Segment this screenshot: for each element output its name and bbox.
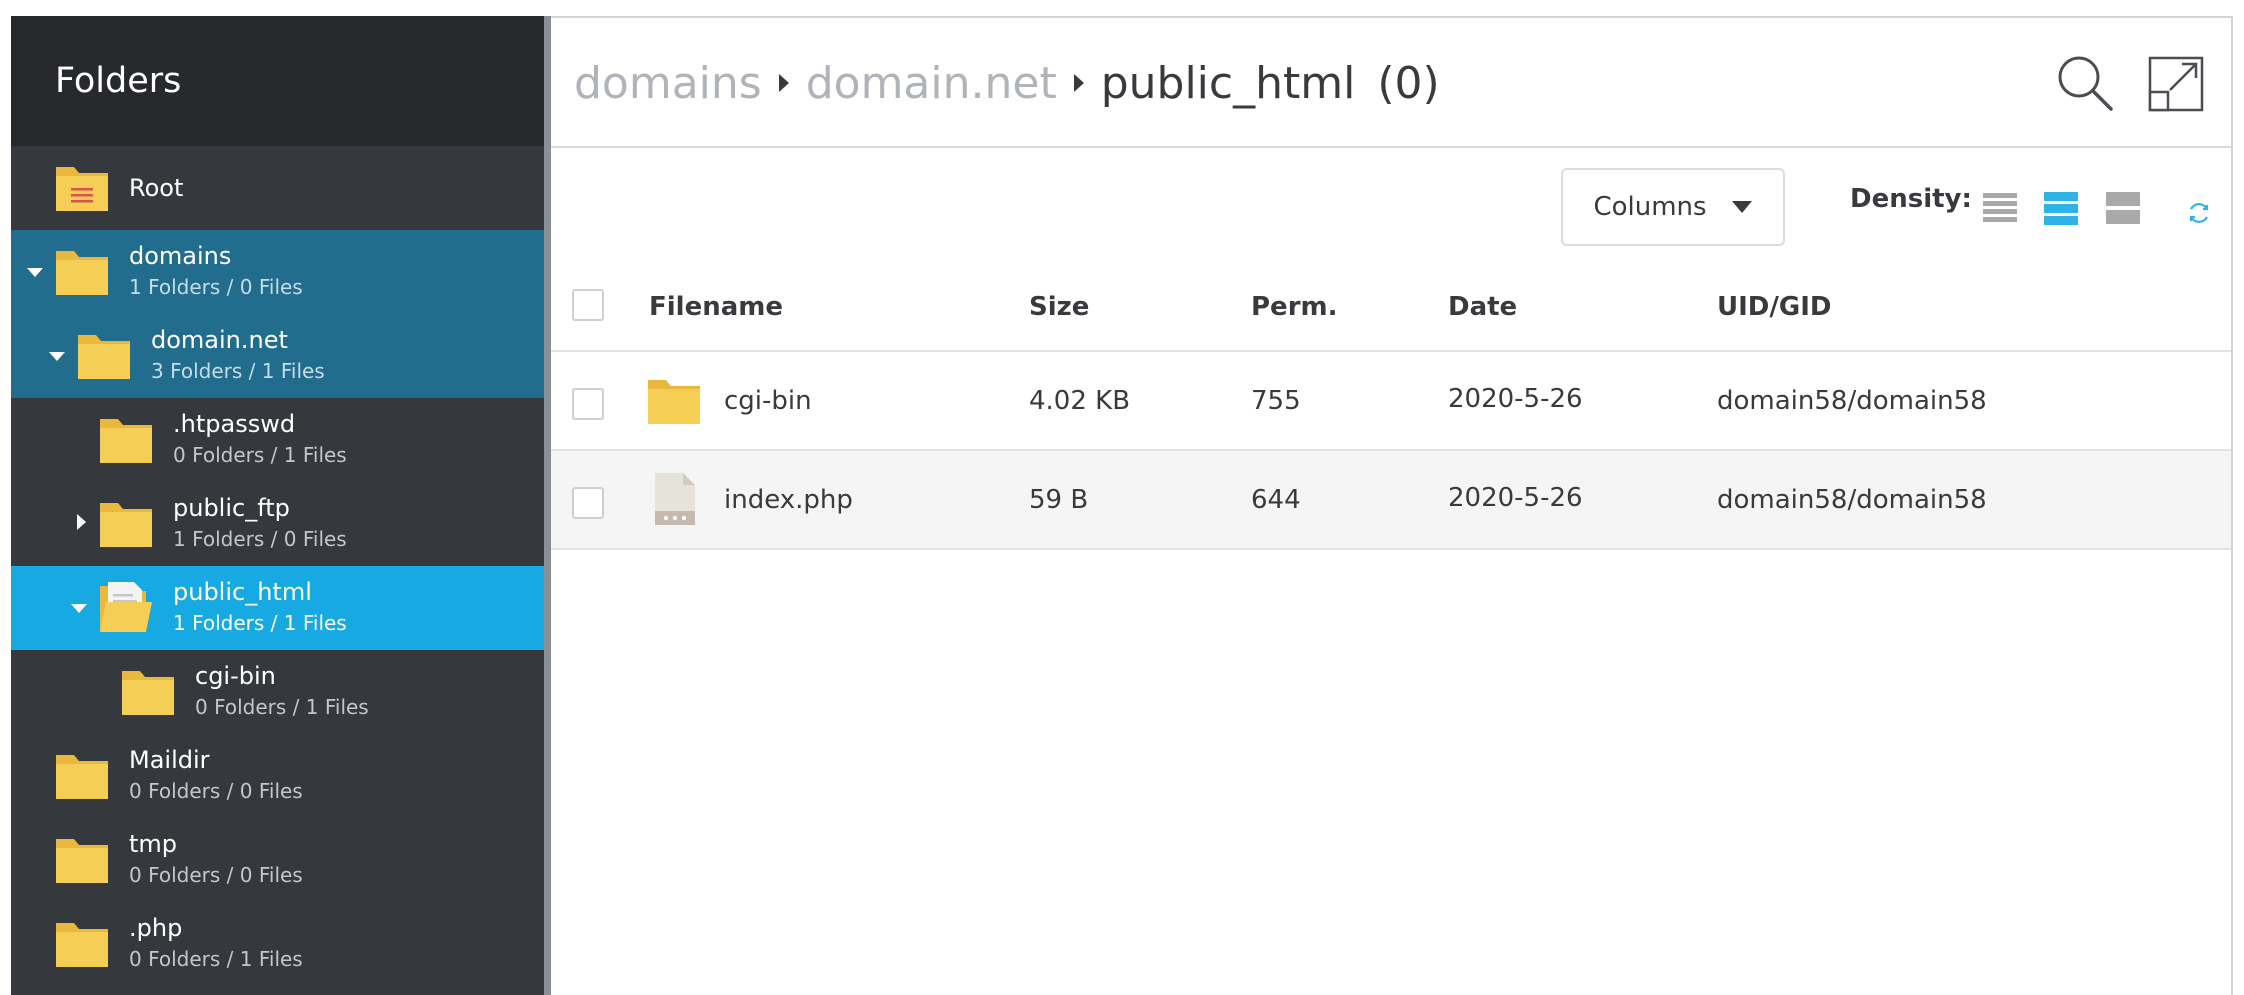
breadcrumb: domains domain.net public_html (0) [574, 18, 1440, 148]
item-count: (0) [1377, 57, 1440, 109]
cell-uid-gid: domain58/domain58 [1717, 386, 1987, 416]
table-row[interactable]: cgi-bin 4.02 KB 755 2020-5-26 domain58/d… [551, 352, 2231, 451]
tree-item-label: tmp [129, 830, 178, 858]
tree-item-php[interactable]: .php 0 Folders / 1 Files [11, 902, 544, 986]
tree-item-count: 0 Folders / 1 Files [129, 947, 303, 971]
file-icon [653, 471, 697, 531]
folder-icon [54, 835, 110, 885]
folder-icon [646, 376, 702, 430]
sidebar-title: Folders [11, 16, 544, 146]
tree-item-label: Maildir [129, 746, 210, 774]
folder-icon [120, 667, 176, 717]
cell-perm: 755 [1251, 386, 1301, 416]
row-checkbox[interactable] [572, 487, 604, 519]
tree-item-label: domain.net [151, 326, 288, 354]
col-size[interactable]: Size [1029, 292, 1089, 322]
caret-down-icon [1731, 201, 1752, 213]
select-all-checkbox[interactable] [572, 289, 604, 321]
cell-date: 2020-5-26 [1448, 384, 1583, 414]
tree-item-count: 1 Folders / 0 Files [129, 275, 303, 299]
folder-icon [54, 247, 110, 297]
table-row[interactable]: index.php 59 B 644 2020-5-26 domain58/do… [551, 451, 2231, 550]
tree-item-count: 1 Folders / 1 Files [173, 611, 347, 635]
density-compact-icon[interactable] [1983, 192, 2017, 230]
open-folder-icon [98, 580, 154, 632]
caret-right-icon [1057, 72, 1101, 94]
tree-item-count: 0 Folders / 1 Files [195, 695, 369, 719]
caret-right-icon[interactable] [72, 512, 92, 532]
tree-item-count: 0 Folders / 0 Files [129, 863, 303, 887]
folder-icon [76, 331, 132, 381]
tree-item-label: .htpasswd [173, 410, 296, 438]
caret-down-icon[interactable] [25, 262, 45, 282]
caret-down-icon[interactable] [69, 598, 89, 618]
tree-item-count: 0 Folders / 1 Files [173, 443, 347, 467]
col-uid-gid[interactable]: UID/GID [1717, 292, 1831, 322]
caret-down-icon[interactable] [47, 346, 67, 366]
col-date[interactable]: Date [1448, 292, 1517, 322]
tree-item-public-html[interactable]: public_html 1 Folders / 1 Files [11, 566, 544, 650]
folder-sidebar: Folders Root domains 1 Folders / 0 Files… [11, 16, 544, 995]
table-header: Filename Size Perm. Date UID/GID [551, 258, 2231, 352]
columns-label: Columns [1593, 192, 1707, 222]
caret-right-icon [762, 72, 806, 94]
cell-uid-gid: domain58/domain58 [1717, 485, 1987, 515]
tree-item-label: public_html [173, 578, 312, 606]
breadcrumb-current: public_html [1100, 57, 1356, 109]
col-filename[interactable]: Filename [649, 292, 783, 322]
file-list-panel: domains domain.net public_html (0) Colum… [551, 16, 2233, 995]
columns-button[interactable]: Columns [1561, 168, 1785, 246]
refresh-icon[interactable] [2186, 200, 2212, 226]
density-comfortable-icon[interactable] [2106, 192, 2140, 230]
tree-item-domain-net[interactable]: domain.net 3 Folders / 1 Files [11, 314, 544, 398]
folder-icon [54, 751, 110, 801]
tree-item-domains[interactable]: domains 1 Folders / 0 Files [11, 230, 544, 314]
cell-filename[interactable]: cgi-bin [724, 386, 812, 416]
cell-size: 4.02 KB [1029, 386, 1131, 416]
root-folder-icon [54, 163, 110, 213]
tree-item-label: domains [129, 242, 232, 270]
cell-filename[interactable]: index.php [724, 485, 853, 515]
density-label: Density: [1850, 184, 1972, 214]
tree-item-count: 0 Folders / 0 Files [129, 779, 303, 803]
sidebar-scrollbar[interactable] [544, 16, 551, 995]
tree-item-maildir[interactable]: Maildir 0 Folders / 0 Files [11, 734, 544, 818]
breadcrumb-domain-net[interactable]: domain.net [806, 58, 1057, 109]
tree-item-label: Root [129, 174, 184, 202]
search-icon[interactable] [2056, 54, 2114, 112]
tree-item-label: .php [129, 914, 183, 942]
row-checkbox[interactable] [572, 388, 604, 420]
expand-icon[interactable] [2148, 56, 2204, 112]
col-perm[interactable]: Perm. [1251, 292, 1337, 322]
cell-size: 59 B [1029, 485, 1089, 515]
toolbar: Columns Density: [551, 148, 2231, 258]
tree-item-count: 3 Folders / 1 Files [151, 359, 325, 383]
tree-item-label: public_ftp [173, 494, 290, 522]
tree-item-label: cgi-bin [195, 662, 276, 690]
folder-icon [54, 919, 110, 969]
tree-item-root[interactable]: Root [11, 146, 544, 230]
tree-item-htpasswd[interactable]: .htpasswd 0 Folders / 1 Files [11, 398, 544, 482]
cell-perm: 644 [1251, 485, 1301, 515]
cell-date: 2020-5-26 [1448, 483, 1583, 513]
tree-item-tmp[interactable]: tmp 0 Folders / 0 Files [11, 818, 544, 902]
folder-icon [98, 499, 154, 549]
tree-item-count: 1 Folders / 0 Files [173, 527, 347, 551]
tree-item-cgi-bin[interactable]: cgi-bin 0 Folders / 1 Files [11, 650, 544, 734]
folder-icon [98, 415, 154, 465]
density-medium-icon[interactable] [2044, 192, 2078, 230]
breadcrumb-domains[interactable]: domains [574, 58, 762, 109]
tree-item-public-ftp[interactable]: public_ftp 1 Folders / 0 Files [11, 482, 544, 566]
header-bar: domains domain.net public_html (0) [551, 18, 2231, 148]
